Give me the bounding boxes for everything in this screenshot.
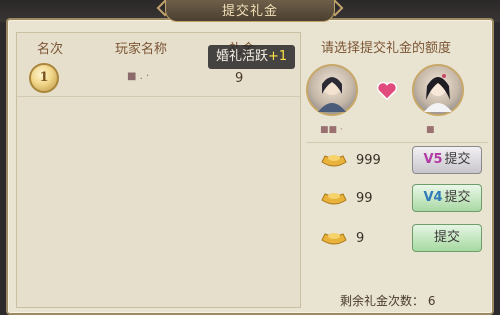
player-name: ■ . ·	[127, 71, 150, 82]
gold-value: 9	[235, 71, 244, 86]
amount-value: 99	[356, 191, 373, 206]
groom-avatar	[306, 64, 358, 116]
vip-badge: V4	[423, 190, 443, 205]
amount-value: 999	[356, 153, 381, 168]
bride-name: ■	[426, 125, 435, 135]
header-rank: 名次	[37, 42, 64, 57]
ranking-list[interactable]: 名次 玩家名称 礼金 1 ■ . · 9	[16, 32, 301, 308]
option-999: 999 V5 提交	[320, 146, 488, 176]
bride-avatar	[412, 64, 464, 116]
amount-value: 9	[356, 231, 365, 246]
submit-label: 提交	[444, 152, 471, 167]
option-99: 99 V4 提交	[320, 184, 488, 214]
rank-medal-icon: 1	[29, 63, 59, 93]
submit-label: 提交	[433, 230, 460, 245]
option-9: 9 提交	[320, 224, 488, 254]
dialog-frame: 提交礼金 名次 玩家名称 礼金 1 ■ . · 9 婚礼活跃+1 请选择提交礼金…	[0, 0, 500, 315]
submit-button[interactable]: 提交	[412, 224, 482, 252]
gold-ingot-icon	[321, 233, 347, 245]
tooltip-text: 婚礼活跃	[216, 49, 269, 64]
bride-portrait-icon	[424, 74, 452, 112]
heart-icon	[376, 81, 398, 101]
groom-name: ■■ ·	[320, 125, 343, 135]
submit-button-v5[interactable]: V5 提交	[412, 146, 482, 174]
submit-label: 提交	[444, 190, 471, 205]
gold-ingot-icon	[321, 155, 347, 167]
rank-number: 1	[39, 70, 49, 85]
submit-panel: 请选择提交礼金的额度 ■■ · ■ 999 V5 提交 99 V4 提交 9 提…	[306, 32, 488, 308]
submit-button-v4[interactable]: V4 提交	[412, 184, 482, 212]
remaining-count: 剩余礼金次数： 6	[340, 294, 436, 308]
groom-portrait-icon	[318, 77, 346, 112]
title-plate: 提交礼金	[165, 0, 335, 22]
divider	[306, 142, 488, 143]
dialog-title: 提交礼金	[221, 4, 278, 19]
vip-badge: V5	[423, 152, 443, 167]
activity-tooltip: 婚礼活跃+1	[208, 45, 296, 69]
tooltip-plus: +1	[268, 49, 288, 64]
header-player: 玩家名称	[115, 42, 168, 57]
gold-ingot-icon	[321, 193, 347, 205]
prompt-text: 请选择提交礼金的额度	[321, 41, 452, 56]
